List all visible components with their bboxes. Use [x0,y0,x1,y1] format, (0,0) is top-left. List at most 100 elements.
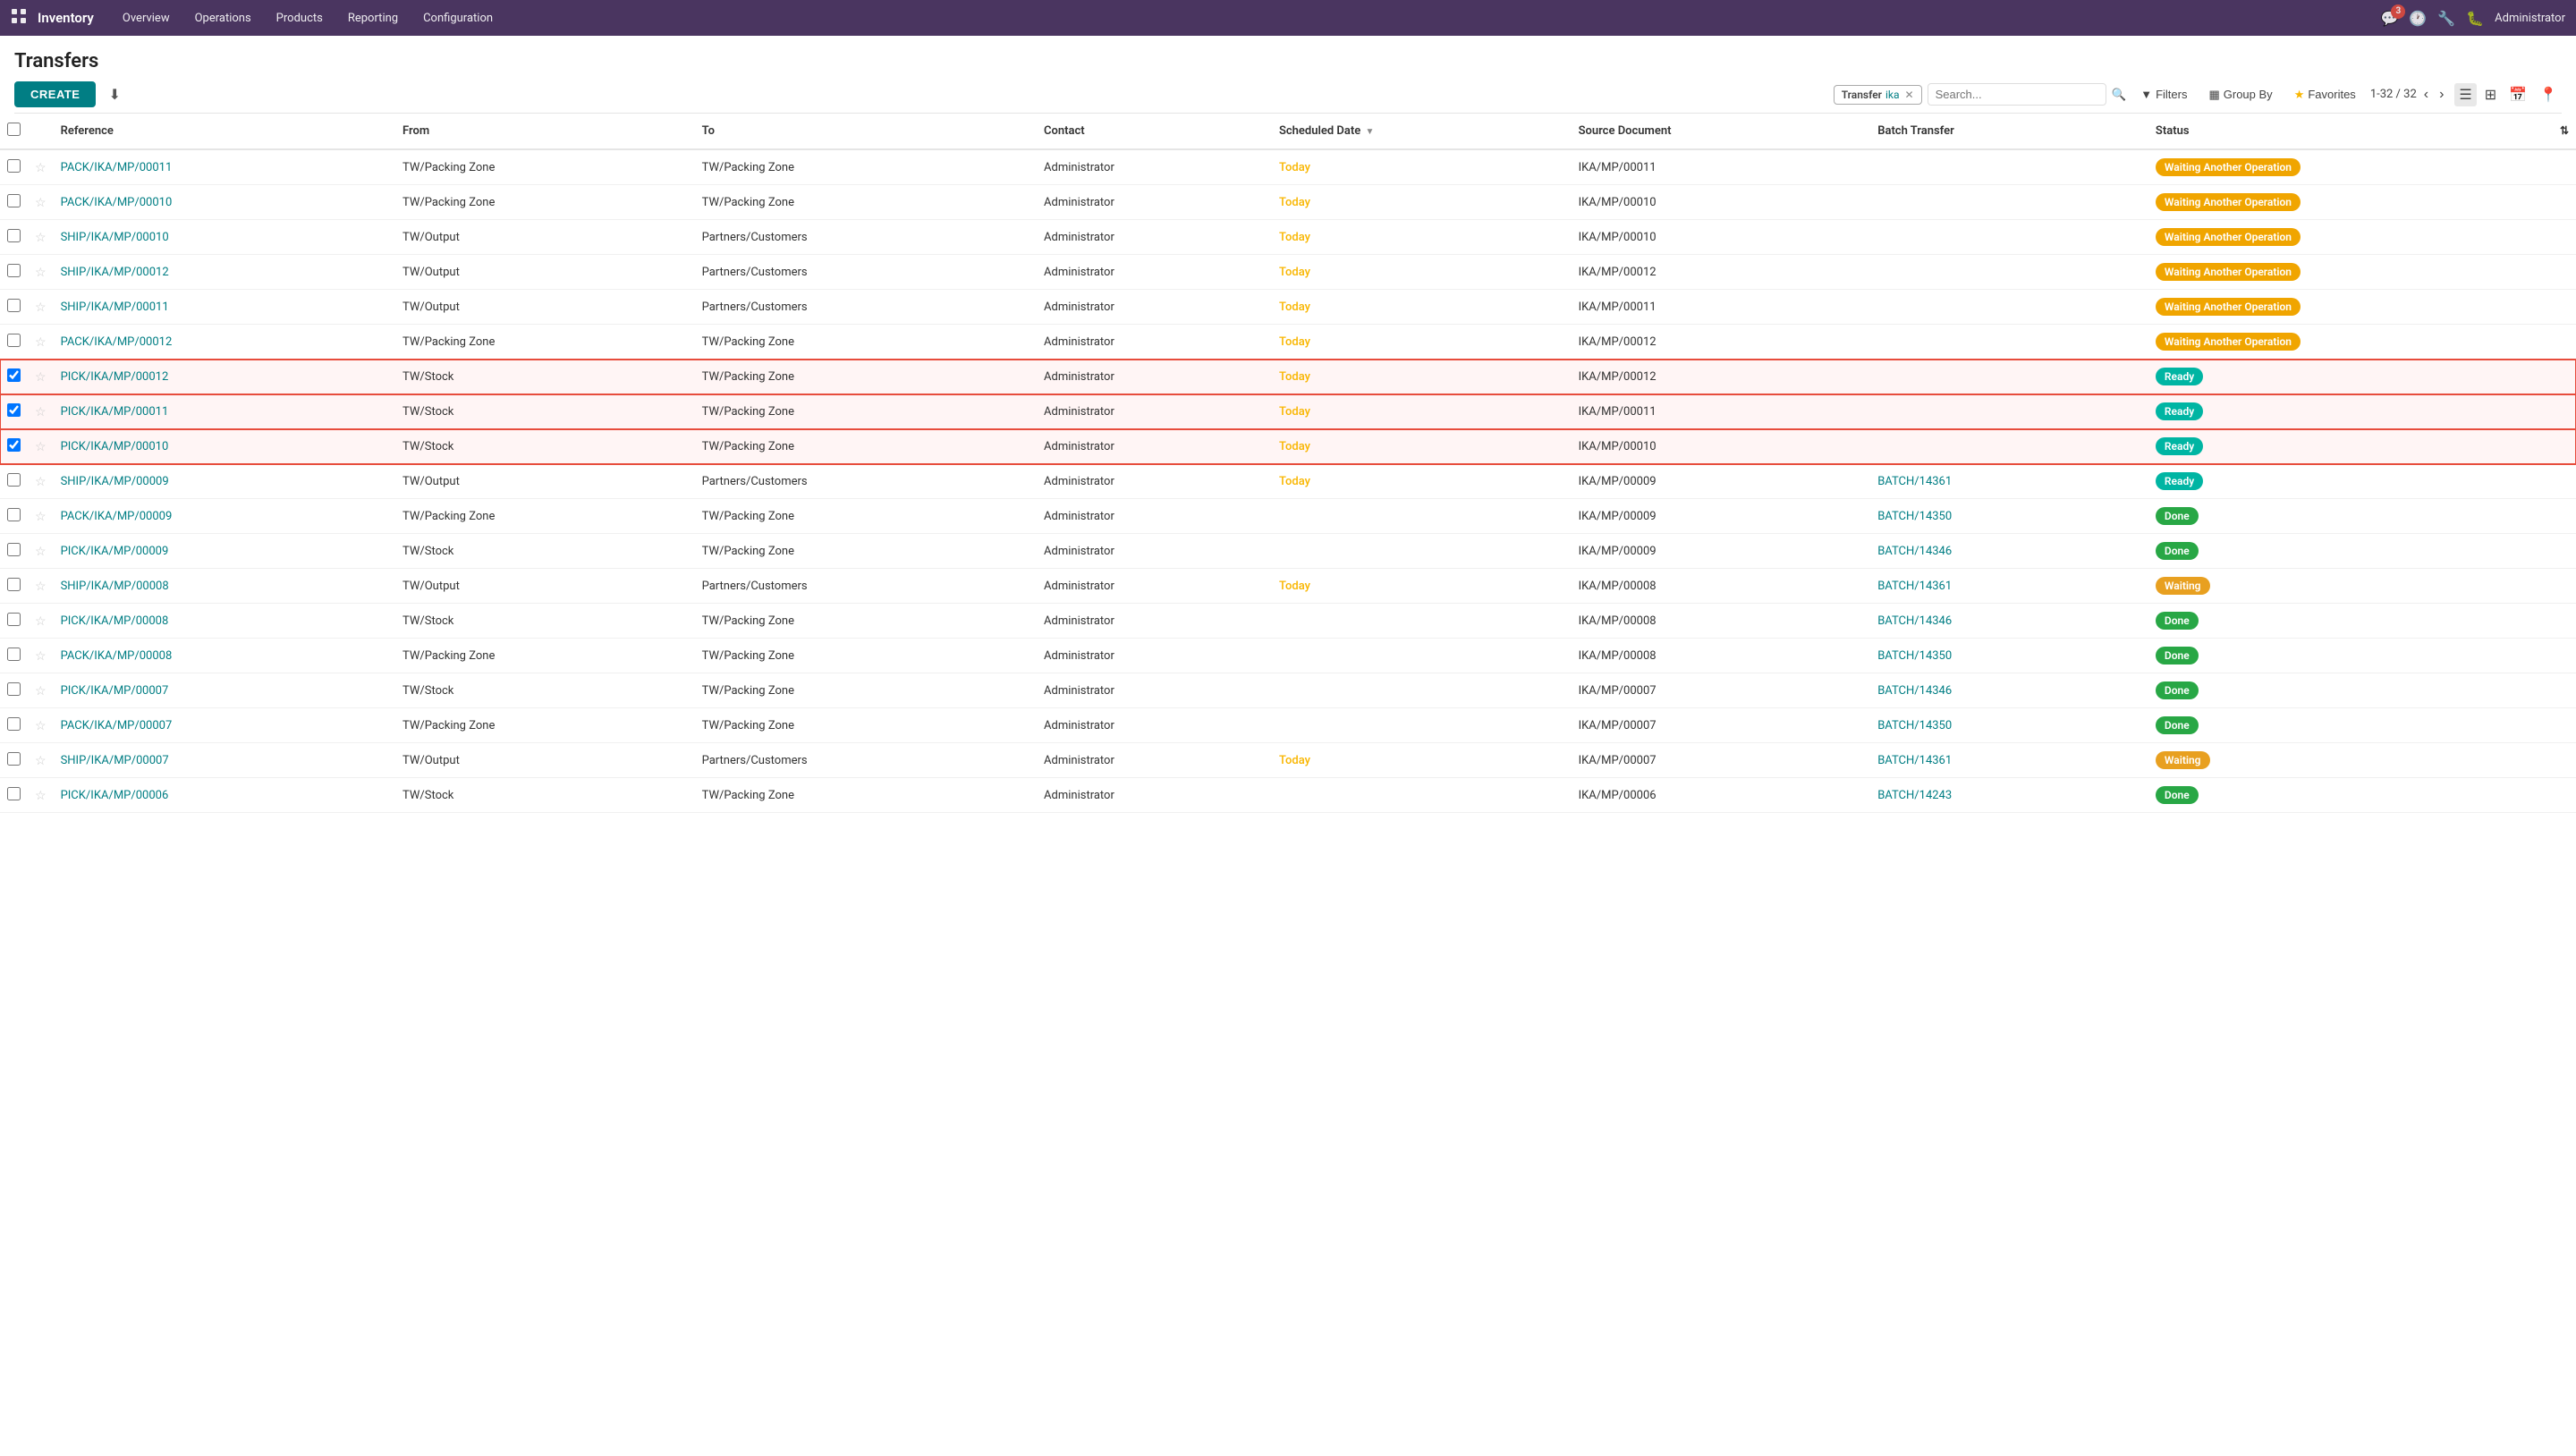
row-checkbox-cell[interactable] [0,394,28,429]
row-checkbox-cell[interactable] [0,708,28,743]
row-reference[interactable]: SHIP/IKA/MP/00011 [54,290,395,325]
row-star-cell[interactable]: ☆ [28,149,54,185]
row-checkbox[interactable] [7,787,21,800]
row-reference[interactable]: PICK/IKA/MP/00006 [54,778,395,813]
kanban-view-button[interactable]: ⊞ [2480,83,2501,106]
star-button[interactable]: ☆ [35,753,47,768]
user-name[interactable]: Administrator [2495,12,2565,25]
row-reference[interactable]: SHIP/IKA/MP/00009 [54,464,395,499]
reference-link[interactable]: PACK/IKA/MP/00012 [61,335,173,349]
filter-tag[interactable]: Transfer ika ✕ [1834,85,1922,105]
row-batch-transfer[interactable]: BATCH/14350 [1870,708,2148,743]
download-button[interactable]: ⬇ [103,82,125,107]
row-batch-transfer[interactable]: BATCH/14243 [1870,778,2148,813]
row-star-cell[interactable]: ☆ [28,394,54,429]
row-star-cell[interactable]: ☆ [28,604,54,639]
row-checkbox-cell[interactable] [0,569,28,604]
row-checkbox[interactable] [7,508,21,521]
table-row[interactable]: ☆ SHIP/IKA/MP/00012 TW/Output Partners/C… [0,255,2576,290]
table-row[interactable]: ☆ PICK/IKA/MP/00008 TW/Stock TW/Packing … [0,604,2576,639]
row-batch-transfer[interactable]: BATCH/14346 [1870,604,2148,639]
row-checkbox-cell[interactable] [0,360,28,394]
group-by-button[interactable]: ▦ Group By [2201,84,2279,106]
select-all-checkbox[interactable] [7,123,21,136]
nav-operations[interactable]: Operations [184,6,262,30]
list-view-button[interactable]: ☰ [2454,83,2476,106]
row-checkbox-cell[interactable] [0,464,28,499]
row-checkbox[interactable] [7,299,21,312]
row-checkbox-cell[interactable] [0,673,28,708]
row-reference[interactable]: PICK/IKA/MP/00007 [54,673,395,708]
table-row[interactable]: ☆ PACK/IKA/MP/00010 TW/Packing Zone TW/P… [0,185,2576,220]
row-reference[interactable]: PACK/IKA/MP/00011 [54,149,395,185]
row-checkbox-cell[interactable] [0,255,28,290]
reference-link[interactable]: SHIP/IKA/MP/00010 [61,231,169,244]
reference-link[interactable]: PICK/IKA/MP/00009 [61,545,169,558]
batch-link[interactable]: BATCH/14361 [1877,580,1952,593]
calendar-view-button[interactable]: 📅 [2504,83,2531,106]
row-reference[interactable]: PACK/IKA/MP/00009 [54,499,395,534]
row-reference[interactable]: SHIP/IKA/MP/00008 [54,569,395,604]
row-batch-transfer[interactable] [1870,429,2148,464]
from-header[interactable]: From [395,114,695,149]
row-batch-transfer[interactable] [1870,290,2148,325]
row-star-cell[interactable]: ☆ [28,220,54,255]
reference-link[interactable]: PACK/IKA/MP/00011 [61,161,173,174]
row-checkbox-cell[interactable] [0,185,28,220]
batch-link[interactable]: BATCH/14350 [1877,649,1952,663]
reference-link[interactable]: PICK/IKA/MP/00006 [61,789,169,802]
row-star-cell[interactable]: ☆ [28,778,54,813]
row-batch-transfer[interactable] [1870,255,2148,290]
table-row[interactable]: ☆ SHIP/IKA/MP/00007 TW/Output Partners/C… [0,743,2576,778]
row-checkbox-cell[interactable] [0,499,28,534]
row-batch-transfer[interactable] [1870,185,2148,220]
batch-link[interactable]: BATCH/14346 [1877,684,1952,698]
row-star-cell[interactable]: ☆ [28,255,54,290]
star-button[interactable]: ☆ [35,369,47,385]
row-star-cell[interactable]: ☆ [28,325,54,360]
settings-icon[interactable]: 🔧 [2437,10,2455,27]
row-checkbox[interactable] [7,578,21,591]
batch-transfer-header[interactable]: Batch Transfer [1870,114,2148,149]
table-row[interactable]: ☆ PICK/IKA/MP/00010 TW/Stock TW/Packing … [0,429,2576,464]
row-batch-transfer[interactable] [1870,325,2148,360]
reference-link[interactable]: PACK/IKA/MP/00010 [61,196,173,209]
to-header[interactable]: To [695,114,1037,149]
row-reference[interactable]: SHIP/IKA/MP/00007 [54,743,395,778]
filters-button[interactable]: ▼ Filters [2133,84,2194,105]
row-star-cell[interactable]: ☆ [28,639,54,673]
next-page-button[interactable]: › [2436,85,2447,105]
app-name[interactable]: Inventory [38,10,94,26]
reference-link[interactable]: SHIP/IKA/MP/00007 [61,754,169,767]
source-doc-header[interactable]: Source Document [1572,114,1871,149]
row-checkbox-cell[interactable] [0,429,28,464]
row-star-cell[interactable]: ☆ [28,290,54,325]
search-button[interactable]: 🔍 [2112,88,2127,102]
row-star-cell[interactable]: ☆ [28,185,54,220]
row-checkbox[interactable] [7,229,21,242]
reference-header[interactable]: Reference [54,114,395,149]
scheduled-date-header[interactable]: Scheduled Date ▼ [1272,114,1572,149]
select-all-header[interactable] [0,114,28,149]
reference-link[interactable]: SHIP/IKA/MP/00009 [61,475,169,488]
adjust-icon[interactable]: ⇅ [2560,124,2569,137]
table-row[interactable]: ☆ PACK/IKA/MP/00012 TW/Packing Zone TW/P… [0,325,2576,360]
table-row[interactable]: ☆ PACK/IKA/MP/00011 TW/Packing Zone TW/P… [0,149,2576,185]
table-row[interactable]: ☆ SHIP/IKA/MP/00009 TW/Output Partners/C… [0,464,2576,499]
row-batch-transfer[interactable] [1870,360,2148,394]
row-reference[interactable]: PACK/IKA/MP/00012 [54,325,395,360]
row-checkbox-cell[interactable] [0,778,28,813]
prev-page-button[interactable]: ‹ [2420,85,2432,105]
star-button[interactable]: ☆ [35,160,47,175]
row-batch-transfer[interactable] [1870,149,2148,185]
reference-link[interactable]: PICK/IKA/MP/00011 [61,405,169,419]
reference-link[interactable]: SHIP/IKA/MP/00011 [61,301,169,314]
row-reference[interactable]: PACK/IKA/MP/00010 [54,185,395,220]
reference-link[interactable]: PACK/IKA/MP/00008 [61,649,173,663]
row-reference[interactable]: SHIP/IKA/MP/00012 [54,255,395,290]
row-checkbox[interactable] [7,613,21,626]
row-batch-transfer[interactable]: BATCH/14346 [1870,673,2148,708]
batch-link[interactable]: BATCH/14361 [1877,475,1952,488]
row-reference[interactable]: PICK/IKA/MP/00008 [54,604,395,639]
reference-link[interactable]: PACK/IKA/MP/00007 [61,719,173,732]
